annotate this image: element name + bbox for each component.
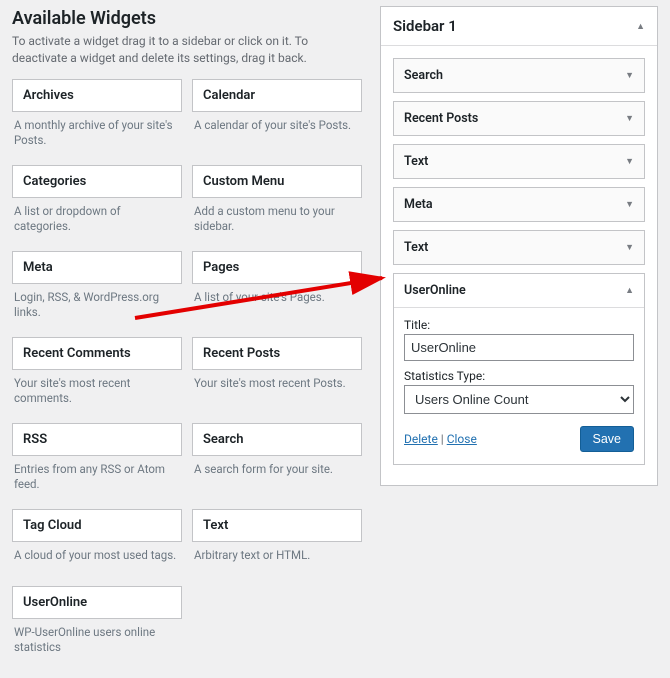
save-button[interactable]: Save xyxy=(580,426,635,452)
stat-type-label: Statistics Type: xyxy=(404,369,634,383)
delete-link[interactable]: Delete xyxy=(404,432,438,446)
chevron-down-icon: ▼ xyxy=(625,199,634,210)
widget-rss[interactable]: RSS xyxy=(12,423,182,456)
widget-desc: WP-UserOnline users online statistics xyxy=(12,619,182,666)
widget-tag-cloud[interactable]: Tag Cloud xyxy=(12,509,182,542)
sidebar-area: Sidebar 1 ▲ Search▼ Recent Posts▼ Text▼ Met… xyxy=(380,6,658,486)
widget-text[interactable]: Text xyxy=(192,509,362,542)
widget-desc: A list of your site's Pages. xyxy=(192,284,362,322)
widget-desc: A list or dropdown of categories. xyxy=(12,198,182,245)
statistics-type-select[interactable]: Users Online Count xyxy=(404,385,634,414)
widget-desc: A calendar of your site's Posts. xyxy=(192,112,362,150)
close-link[interactable]: Close xyxy=(447,432,477,446)
chevron-down-icon: ▼ xyxy=(625,113,634,124)
chevron-down-icon: ▼ xyxy=(625,156,634,167)
widget-archives[interactable]: Archives xyxy=(12,79,182,112)
widget-search[interactable]: Search xyxy=(192,423,362,456)
widget-desc: A cloud of your most used tags. xyxy=(12,542,182,580)
widget-categories[interactable]: Categories xyxy=(12,165,182,198)
sidebar-widget-meta[interactable]: Meta▼ xyxy=(394,188,644,221)
widget-desc: Add a custom menu to your sidebar. xyxy=(192,198,362,245)
sidebar-title: Sidebar 1 xyxy=(393,17,457,35)
widget-desc: Login, RSS, & WordPress.org links. xyxy=(12,284,182,331)
chevron-up-icon: ▲ xyxy=(636,21,645,32)
widget-calendar[interactable]: Calendar xyxy=(192,79,362,112)
chevron-down-icon: ▼ xyxy=(625,242,634,253)
widget-meta[interactable]: Meta xyxy=(12,251,182,284)
widget-recent-comments[interactable]: Recent Comments xyxy=(12,337,182,370)
sidebar-widget-useronline[interactable]: UserOnline▲ xyxy=(394,274,644,307)
chevron-up-icon: ▲ xyxy=(625,285,634,296)
widget-desc: Arbitrary text or HTML. xyxy=(192,542,362,580)
widget-recent-posts[interactable]: Recent Posts xyxy=(192,337,362,370)
title-label: Title: xyxy=(404,318,634,332)
available-widgets-hint: To activate a widget drag it to a sideba… xyxy=(12,33,362,67)
chevron-down-icon: ▼ xyxy=(625,70,634,81)
sidebar-toggle[interactable]: Sidebar 1 ▲ xyxy=(381,7,657,46)
widget-pages[interactable]: Pages xyxy=(192,251,362,284)
widget-desc: Your site's most recent comments. xyxy=(12,370,182,417)
widget-title-input[interactable] xyxy=(404,334,634,361)
widget-desc: A monthly archive of your site's Posts. xyxy=(12,112,182,159)
sidebar-widget-recent-posts[interactable]: Recent Posts▼ xyxy=(394,102,644,135)
widget-useronline[interactable]: UserOnline xyxy=(12,586,182,619)
widget-desc: A search form for your site. xyxy=(192,456,362,494)
widget-desc: Entries from any RSS or Atom feed. xyxy=(12,456,182,503)
sidebar-widget-text[interactable]: Text▼ xyxy=(394,145,644,178)
widget-desc: Your site's most recent Posts. xyxy=(192,370,362,408)
sidebar-widget-search[interactable]: Search▼ xyxy=(394,59,644,92)
widget-custom-menu[interactable]: Custom Menu xyxy=(192,165,362,198)
available-widgets-title: Available Widgets xyxy=(12,8,362,29)
sidebar-widget-text[interactable]: Text▼ xyxy=(394,231,644,264)
